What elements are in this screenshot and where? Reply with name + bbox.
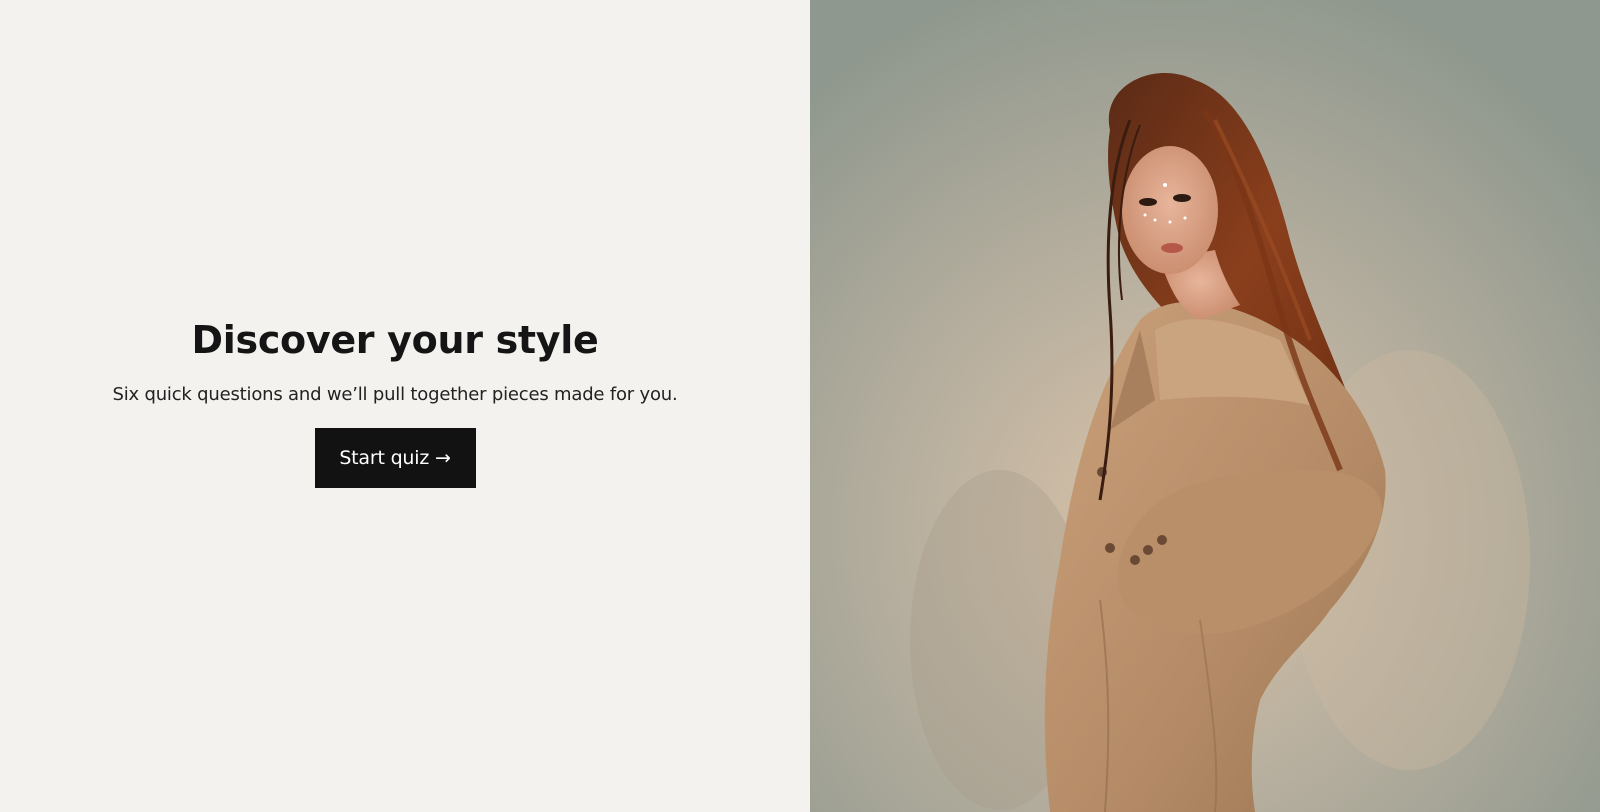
intro-content: Discover your style Six quick questions … — [0, 316, 790, 488]
page-title: Discover your style — [191, 318, 599, 362]
quiz-landing-page: Discover your style Six quick questions … — [0, 0, 1600, 812]
start-quiz-button[interactable]: Start quiz → — [314, 428, 476, 488]
page-subtitle: Six quick questions and we’ll pull toget… — [112, 384, 678, 405]
hero-image-panel — [810, 0, 1600, 812]
intro-panel: Discover your style Six quick questions … — [0, 0, 810, 812]
hero-photo — [810, 0, 1600, 812]
